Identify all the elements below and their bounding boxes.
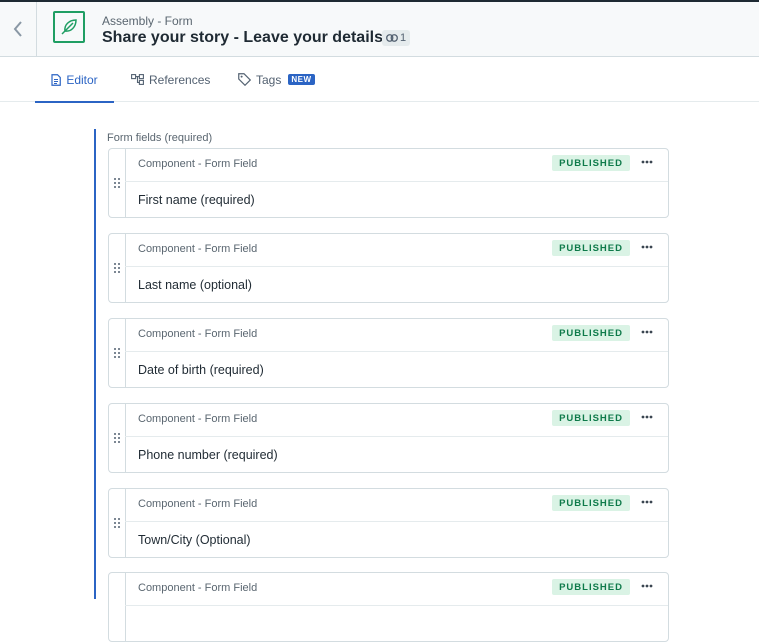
reference-card[interactable]: Component - Form Field PUBLISHED Date of… <box>108 318 669 388</box>
more-actions-button[interactable] <box>638 579 656 593</box>
card-content-type: Component - Form Field <box>138 413 258 425</box>
card-content-type: Component - Form Field <box>138 158 258 170</box>
status-badge: PUBLISHED <box>552 325 630 341</box>
status-badge: PUBLISHED <box>552 240 630 256</box>
drag-handle-icon <box>114 348 120 358</box>
entry-header: Assembly - Form Share your story - Leave… <box>0 0 759 57</box>
card-header: Component - Form Field PUBLISHED <box>125 319 668 352</box>
tag-icon <box>238 73 251 86</box>
tab-references[interactable]: References <box>131 57 210 102</box>
link-icon <box>386 34 398 42</box>
card-header: Component - Form Field PUBLISHED <box>125 234 668 267</box>
drag-handle[interactable] <box>109 404 126 472</box>
card-content-type: Component - Form Field <box>138 243 258 255</box>
drag-handle[interactable] <box>109 573 126 641</box>
drag-handle[interactable] <box>109 234 126 302</box>
more-horizontal-icon <box>641 415 653 419</box>
card-header: Component - Form Field PUBLISHED <box>125 404 668 437</box>
more-horizontal-icon <box>641 160 653 164</box>
card-content-type: Component - Form Field <box>138 582 258 594</box>
new-badge: NEW <box>288 74 315 85</box>
more-horizontal-icon <box>641 330 653 334</box>
card-title: First name (required) <box>138 193 255 207</box>
drag-handle[interactable] <box>109 319 126 387</box>
drag-handle[interactable] <box>109 149 126 217</box>
more-actions-button[interactable] <box>638 495 656 509</box>
card-content-type: Component - Form Field <box>138 498 258 510</box>
card-title: Town/City (Optional) <box>138 533 251 547</box>
status-badge: PUBLISHED <box>552 495 630 511</box>
reference-card[interactable]: Component - Form Field PUBLISHED Town/Ci… <box>108 488 669 558</box>
form-fields-label: Form fields (required) <box>107 132 213 144</box>
drag-handle-icon <box>114 433 120 443</box>
chevron-left-icon <box>13 21 22 37</box>
tab-editor[interactable]: Editor <box>35 57 114 103</box>
card-content-type: Component - Form Field <box>138 328 258 340</box>
document-icon <box>51 73 62 86</box>
tab-bar: Editor References Tags NEW <box>0 57 759 103</box>
entry-title: Share your story - Leave your details <box>102 29 383 46</box>
card-header: Component - Form Field PUBLISHED <box>125 489 668 522</box>
card-header: Component - Form Field PUBLISHED <box>125 149 668 182</box>
more-horizontal-icon <box>641 584 653 588</box>
tab-references-label: References <box>149 72 211 87</box>
active-tab-indicator <box>35 101 114 103</box>
drag-handle[interactable] <box>109 489 126 557</box>
more-horizontal-icon <box>641 500 653 504</box>
reference-card[interactable]: Component - Form Field PUBLISHED Phone n… <box>108 403 669 473</box>
tab-tags-label: Tags <box>256 72 282 87</box>
status-badge: PUBLISHED <box>552 410 630 426</box>
feather-icon <box>53 11 85 43</box>
drag-handle-icon <box>114 518 120 528</box>
card-title: Phone number (required) <box>138 448 278 462</box>
reference-card[interactable]: Component - Form Field PUBLISHED <box>108 572 669 642</box>
back-button[interactable] <box>0 2 37 56</box>
more-actions-button[interactable] <box>638 325 656 339</box>
more-actions-button[interactable] <box>638 240 656 254</box>
card-title: Date of birth (required) <box>138 363 264 377</box>
top-border <box>0 0 759 2</box>
more-actions-button[interactable] <box>638 410 656 424</box>
tab-tags[interactable]: Tags NEW <box>238 57 315 102</box>
card-title: Last name (optional) <box>138 278 252 292</box>
tab-editor-label: Editor <box>66 72 98 87</box>
reference-card[interactable]: Component - Form Field PUBLISHED First n… <box>108 148 669 218</box>
more-actions-button[interactable] <box>638 155 656 169</box>
content-type-label: Assembly - Form <box>102 14 193 28</box>
references-icon <box>131 74 144 85</box>
reference-card[interactable]: Component - Form Field PUBLISHED Last na… <box>108 233 669 303</box>
card-header: Component - Form Field PUBLISHED <box>125 573 668 606</box>
drag-handle-icon <box>114 178 120 188</box>
references-badge[interactable]: 1 <box>382 30 411 46</box>
status-badge: PUBLISHED <box>552 155 630 171</box>
references-count: 1 <box>400 32 407 44</box>
status-badge: PUBLISHED <box>552 579 630 595</box>
more-horizontal-icon <box>641 245 653 249</box>
drag-handle-icon <box>114 263 120 273</box>
